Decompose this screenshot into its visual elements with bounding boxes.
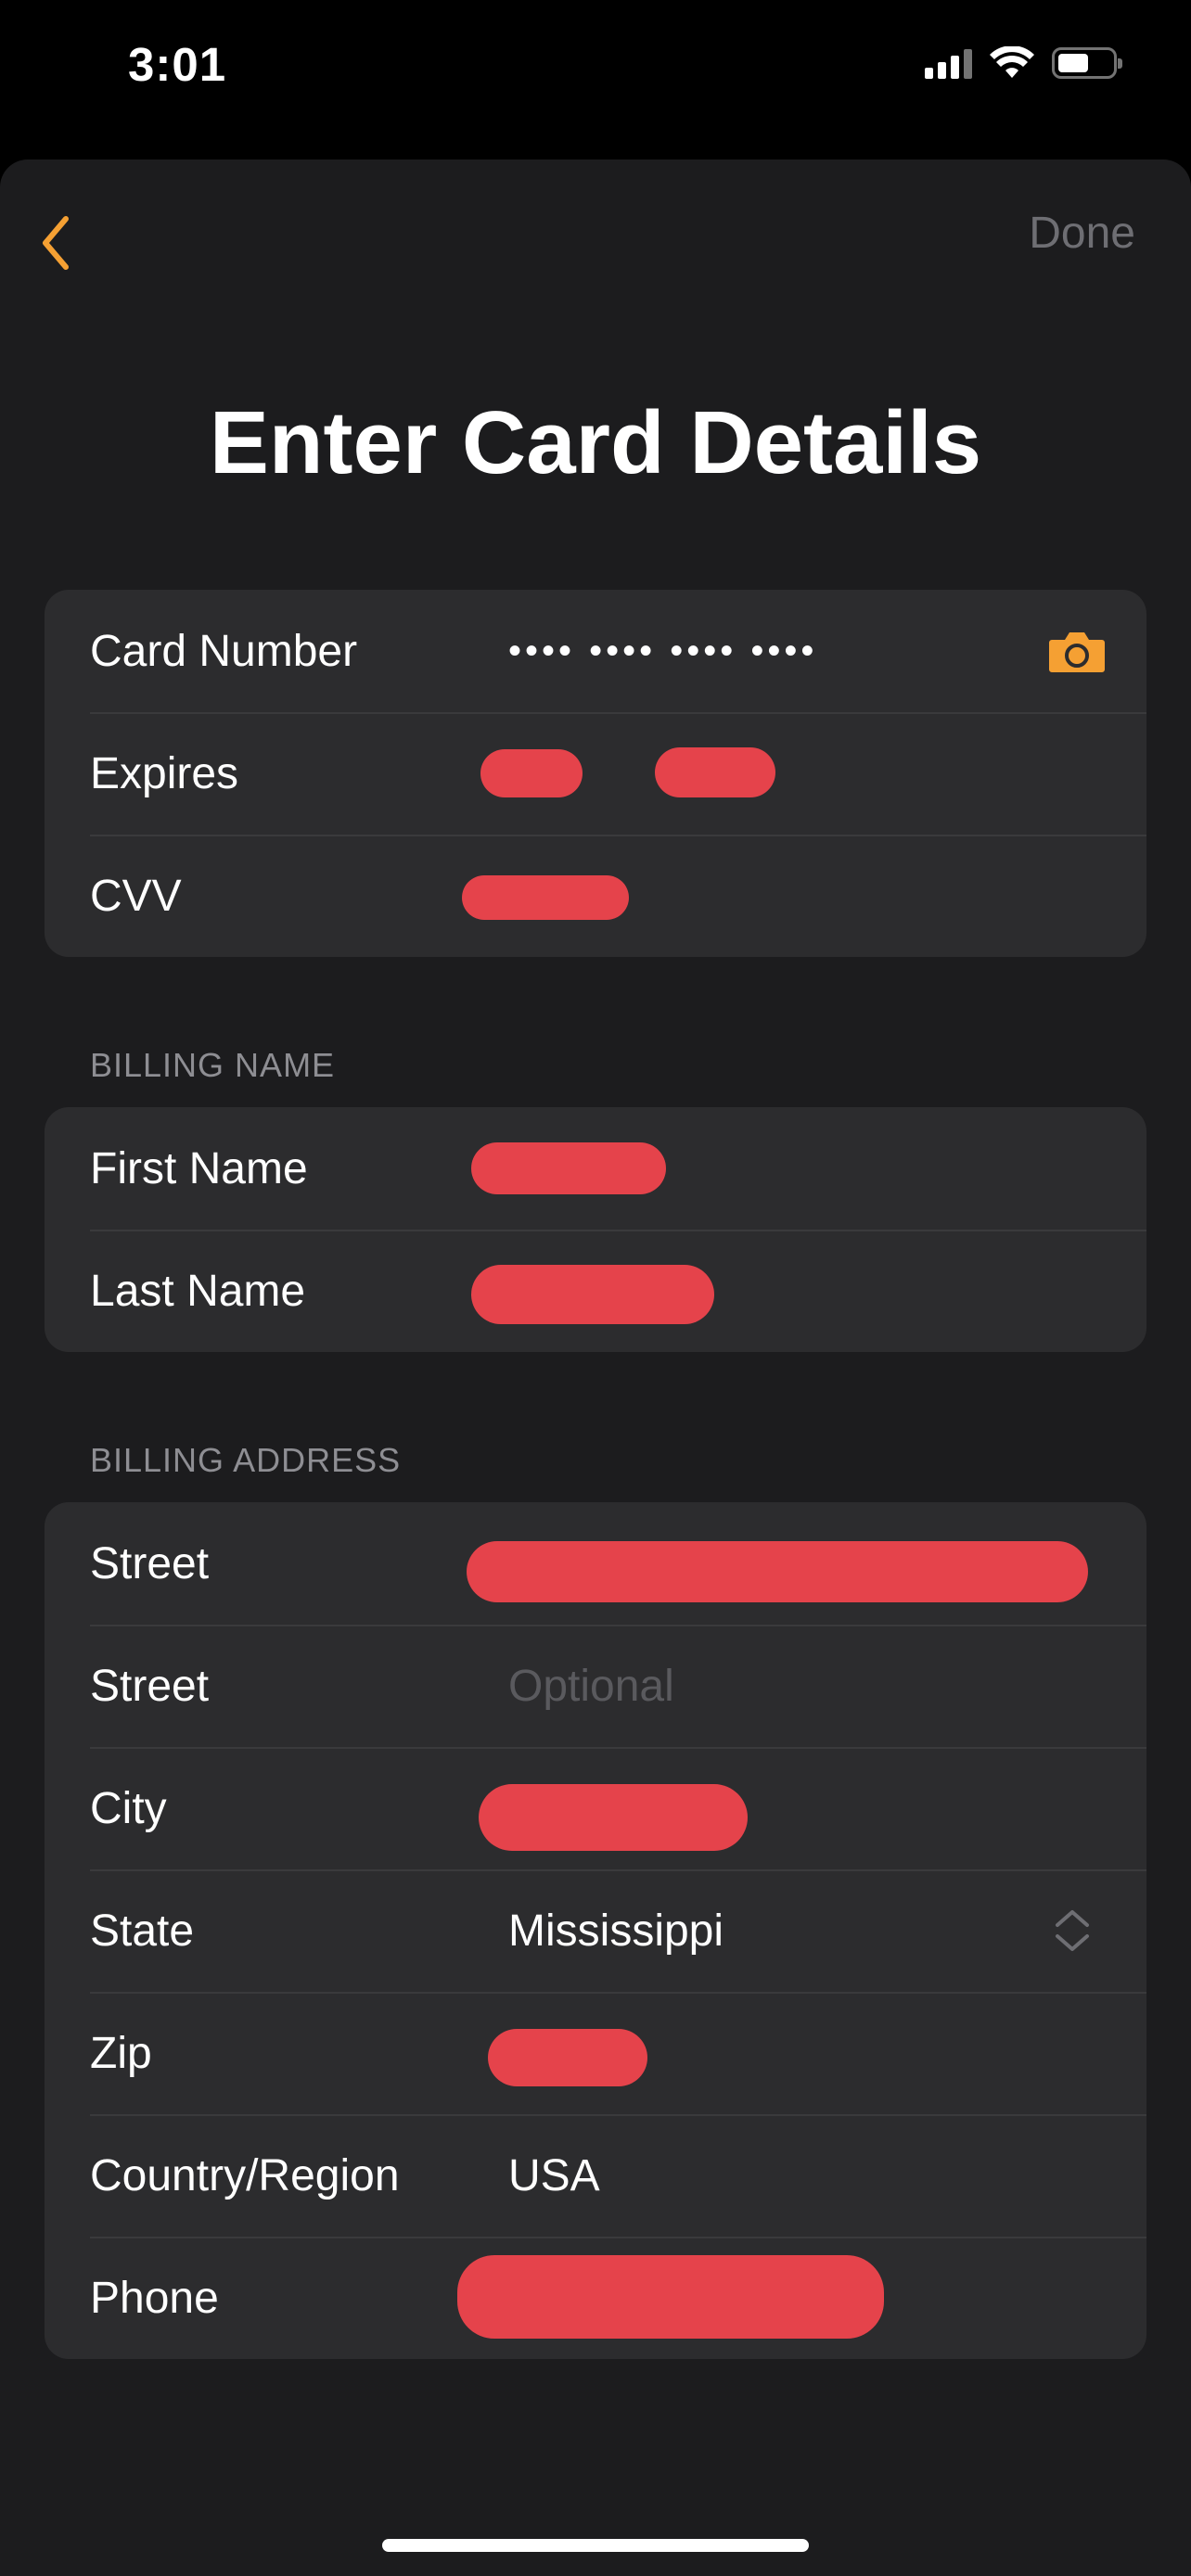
redacted-month [480, 749, 583, 797]
chevron-left-icon [43, 216, 69, 270]
redacted-phone [457, 2255, 884, 2339]
battery-icon [1052, 47, 1122, 79]
last-name-row[interactable]: Last Name [45, 1230, 1146, 1352]
home-indicator-bar [382, 2539, 809, 2552]
redacted-zip [488, 2029, 647, 2086]
state-label: State [90, 1906, 195, 1956]
redacted-cvv [462, 875, 629, 920]
card-group: Card Number •••• •••• •••• •••• Expires … [45, 590, 1146, 957]
redacted-year [655, 747, 775, 797]
back-button[interactable] [28, 206, 83, 280]
redacted-street [467, 1541, 1088, 1602]
cellular-signal-icon [925, 47, 972, 79]
phone-row[interactable]: Phone [45, 2237, 1146, 2359]
zip-row[interactable]: Zip [45, 1992, 1146, 2114]
card-number-field[interactable]: •••• •••• •••• •••• [508, 631, 817, 672]
cvv-label: CVV [90, 871, 182, 921]
status-time: 3:01 [128, 38, 227, 91]
billing-name-group: First Name Last Name [45, 1107, 1146, 1352]
city-row[interactable]: City [45, 1747, 1146, 1869]
card-number-label: Card Number [90, 626, 358, 676]
first-name-row[interactable]: First Name [45, 1107, 1146, 1230]
expires-row[interactable]: Expires / [45, 712, 1146, 835]
state-row[interactable]: State Mississippi [45, 1869, 1146, 1992]
country-row[interactable]: Country/Region USA [45, 2114, 1146, 2237]
phone-label: Phone [90, 2273, 219, 2323]
billing-address-group: Street Street Optional City State Missis… [45, 1502, 1146, 2359]
street-row[interactable]: Street [45, 1502, 1146, 1625]
last-name-label: Last Name [90, 1266, 306, 1316]
billing-name-header: BILLING NAME [90, 1046, 336, 1084]
camera-icon[interactable] [1048, 629, 1106, 678]
redacted-city [479, 1784, 748, 1851]
state-select[interactable]: Mississippi [508, 1906, 724, 1957]
chevron-up-down-icon[interactable] [1052, 1906, 1093, 1959]
redacted-first-name [471, 1142, 666, 1194]
billing-address-header: BILLING ADDRESS [90, 1441, 402, 1479]
page-title: Enter Card Details [209, 393, 982, 492]
zip-label: Zip [90, 2028, 152, 2078]
done-button[interactable]: Done [1029, 208, 1135, 259]
first-name-label: First Name [90, 1143, 308, 1193]
card-details-sheet: Done Enter Card Details Card Number ••••… [0, 159, 1191, 2576]
redacted-last-name [471, 1265, 714, 1324]
street2-row[interactable]: Street Optional [45, 1625, 1146, 1747]
cvv-row[interactable]: CVV [45, 835, 1146, 957]
status-bar: 3:01 [0, 0, 1191, 139]
card-number-row[interactable]: Card Number •••• •••• •••• •••• [45, 590, 1146, 712]
expires-label: Expires [90, 748, 239, 798]
wifi-icon [990, 46, 1034, 78]
street2-field[interactable]: Optional [508, 1661, 674, 1712]
street-label: Street [90, 1538, 210, 1588]
country-label: Country/Region [90, 2150, 400, 2200]
status-icons [925, 46, 1122, 80]
country-field[interactable]: USA [508, 2150, 600, 2201]
street2-label: Street [90, 1661, 210, 1711]
city-label: City [90, 1783, 167, 1833]
